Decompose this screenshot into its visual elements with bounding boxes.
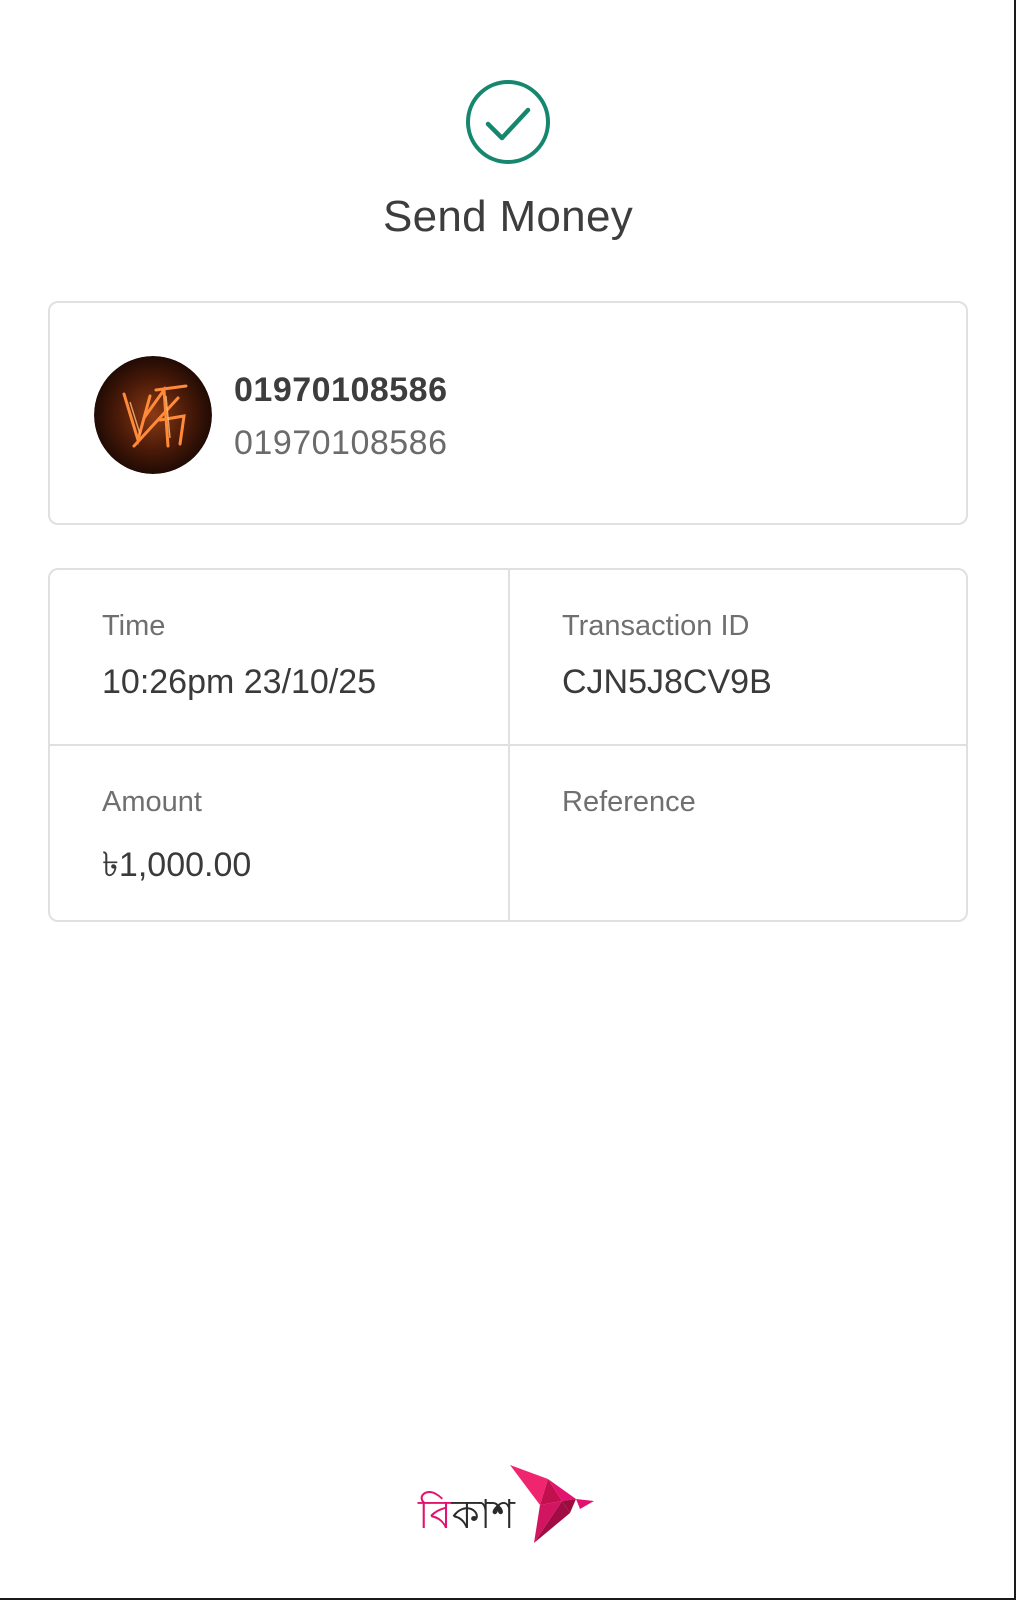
avatar	[94, 356, 212, 474]
time-value: 10:26pm 23/10/25	[102, 663, 377, 701]
amount-cell: Amount ৳1,000.00	[102, 786, 522, 896]
amount-label: Amount	[102, 786, 202, 818]
amount-value: ৳1,000.00	[102, 846, 252, 884]
check-circle-icon	[465, 79, 551, 165]
page: Send Money 01970108586 01970108586 Time …	[0, 0, 1016, 1600]
bkash-logo: বিকাশ	[418, 1465, 598, 1545]
recipient-name: 01970108586	[234, 371, 448, 409]
reference-label: Reference	[562, 786, 696, 818]
bird-icon	[510, 1465, 598, 1545]
bkash-logo-text: বিকাশ	[418, 1492, 515, 1538]
row-divider	[50, 744, 966, 746]
recipient-card: 01970108586 01970108586	[48, 301, 968, 525]
transaction-id-label: Transaction ID	[562, 610, 750, 642]
recipient-number: 01970108586	[234, 424, 448, 462]
transaction-id-value: CJN5J8CV9B	[562, 663, 772, 701]
transaction-details-card: Time 10:26pm 23/10/25 Transaction ID CJN…	[48, 568, 968, 922]
reference-cell: Reference	[562, 786, 966, 839]
time-label: Time	[102, 610, 166, 642]
time-cell: Time 10:26pm 23/10/25	[102, 610, 522, 702]
transaction-id-cell: Transaction ID CJN5J8CV9B	[562, 610, 966, 702]
page-title: Send Money	[382, 192, 634, 241]
